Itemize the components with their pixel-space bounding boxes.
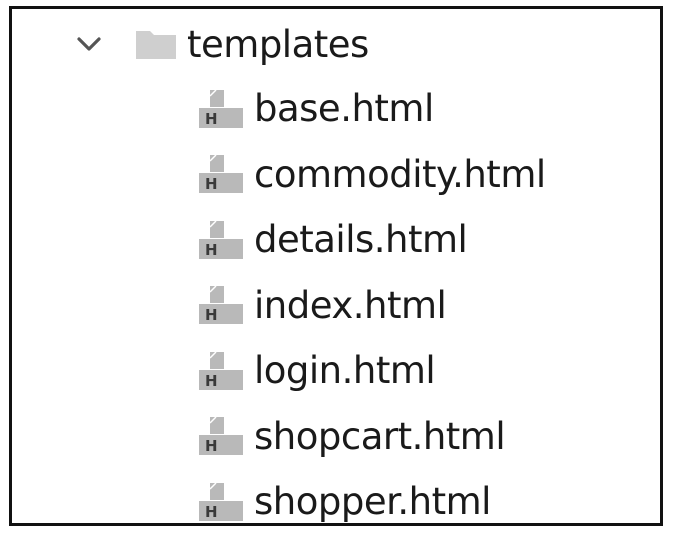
file-item-details[interactable]: H details.html [197,207,546,273]
html-file-icon: H [197,480,247,524]
file-explorer-panel: templates H base.html H commodity.html H… [9,6,663,526]
svg-text:H: H [205,110,218,128]
file-label: index.html [254,283,447,327]
file-item-commodity[interactable]: H commodity.html [197,142,546,208]
chevron-down-icon[interactable] [72,29,106,59]
html-file-icon: H [197,414,247,458]
file-label: shopcart.html [254,414,506,458]
html-file-icon: H [197,87,247,131]
file-label: login.html [254,349,436,393]
html-file-icon: H [197,152,247,196]
html-file-icon: H [197,349,247,393]
folder-templates[interactable]: templates [72,18,369,70]
folder-label: templates [187,22,369,66]
file-label: shopper.html [254,480,491,524]
file-list: H base.html H commodity.html H details.h… [197,76,546,535]
html-file-icon: H [197,218,247,262]
svg-text:H: H [205,372,218,390]
file-label: details.html [254,218,468,262]
file-item-shopper[interactable]: H shopper.html [197,469,546,535]
file-item-index[interactable]: H index.html [197,273,546,339]
html-file-icon: H [197,283,247,327]
file-tree: templates H base.html H commodity.html H… [12,9,660,523]
folder-icon [134,26,178,62]
svg-text:H: H [205,241,218,259]
svg-text:H: H [205,306,218,324]
file-item-login[interactable]: H login.html [197,338,546,404]
file-item-shopcart[interactable]: H shopcart.html [197,404,546,470]
svg-text:H: H [205,175,218,193]
svg-text:H: H [205,503,218,521]
file-label: commodity.html [254,152,546,196]
svg-text:H: H [205,437,218,455]
file-label: base.html [254,87,434,131]
file-item-base[interactable]: H base.html [197,76,546,142]
